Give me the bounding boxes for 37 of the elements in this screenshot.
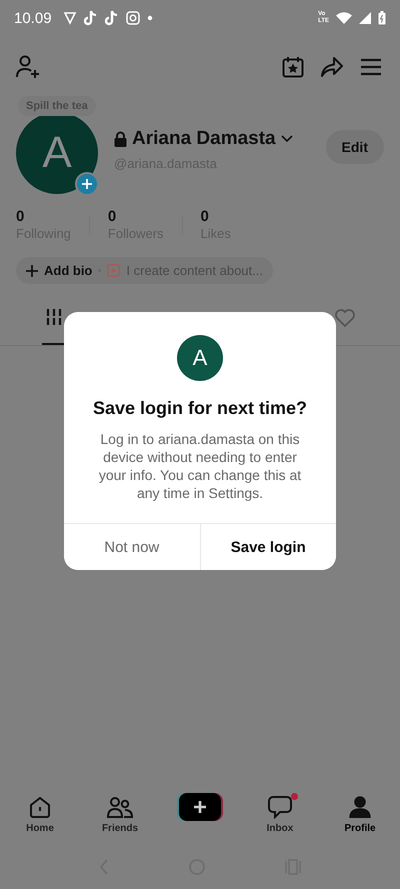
dialog-avatar: A — [177, 335, 223, 381]
wifi-icon — [336, 12, 352, 24]
stat-value: 0 — [16, 208, 26, 225]
add-person-icon[interactable] — [16, 55, 42, 79]
video-icon — [107, 264, 120, 277]
dialog-button[interactable]: Save login — [200, 524, 336, 570]
camera-icon — [126, 11, 140, 25]
heart-icon — [334, 308, 356, 328]
home-icon[interactable] — [29, 796, 51, 818]
edit-button[interactable]: Edit — [326, 130, 384, 164]
nav-label[interactable]: Friends — [102, 823, 138, 834]
create-button-icon[interactable] — [177, 793, 223, 821]
grid-icon — [46, 308, 64, 326]
signal-icon — [359, 12, 371, 24]
menu-icon[interactable] — [360, 58, 382, 76]
dialog-title: Save login for next time? — [92, 398, 308, 419]
add-photo-icon[interactable] — [75, 172, 99, 196]
status-time: 10.09 — [14, 10, 52, 26]
chevron-down-icon[interactable] — [280, 135, 293, 143]
nav-label[interactable]: Inbox — [266, 823, 294, 834]
add-bio-label: Add bio — [44, 263, 92, 278]
friends-icon[interactable] — [107, 796, 133, 818]
battery-icon — [378, 11, 386, 25]
music-note-icon — [84, 10, 98, 26]
dot-icon — [146, 15, 153, 21]
nav-label[interactable]: Home — [26, 823, 54, 834]
music-note-icon — [104, 10, 119, 26]
person-icon[interactable] — [349, 796, 371, 818]
plus-icon — [26, 264, 38, 276]
chat-bubble-icon[interactable] — [268, 795, 292, 819]
share-arrow-icon[interactable] — [320, 56, 344, 78]
shield-icon — [62, 11, 77, 25]
profile-name[interactable]: Ariana Damasta — [132, 128, 276, 150]
stat-value: 0 — [200, 208, 210, 225]
dialog-message: Log in to ariana.damasta on this device without needing to enter your info. You can change this at any time in Settings. — [98, 430, 302, 502]
stat-value: 0 — [108, 208, 118, 225]
nav-label[interactable]: Profile — [344, 823, 376, 834]
